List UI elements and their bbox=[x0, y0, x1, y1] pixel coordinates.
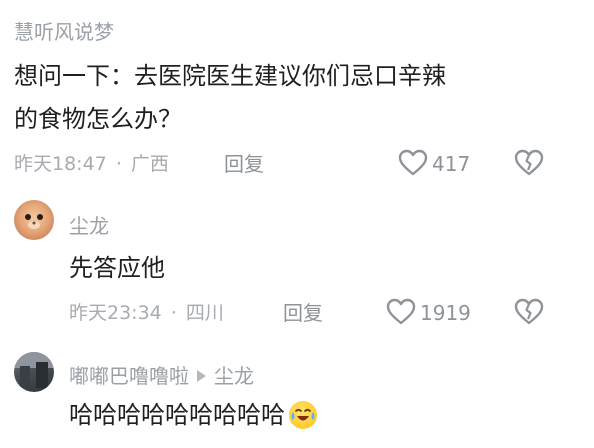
comment-thread: 慧听风说梦 想问一下：去医院医生建议你们忌口辛辣 的食物怎么办？ 昨天18:47… bbox=[0, 0, 594, 448]
broken-heart-icon[interactable] bbox=[514, 298, 544, 326]
like-count: 1919 bbox=[420, 301, 471, 325]
comment-time: 昨天18:47 bbox=[14, 153, 107, 175]
broken-heart-icon[interactable] bbox=[514, 149, 544, 177]
heart-outline-icon[interactable] bbox=[398, 149, 428, 177]
meta-separator: · bbox=[115, 153, 122, 175]
comment-text-line: 想问一下：去医院医生建议你们忌口辛辣 bbox=[14, 62, 446, 90]
comment-text: 先答应他 bbox=[69, 254, 165, 282]
reply-button[interactable]: 回复 bbox=[224, 152, 264, 176]
photo-avatar[interactable] bbox=[14, 352, 54, 392]
comment-username[interactable]: 嘟嘟巴噜噜啦 bbox=[69, 364, 189, 388]
comment-meta: 昨天23:34 · 四川 bbox=[69, 301, 224, 325]
reply-button[interactable]: 回复 bbox=[283, 301, 323, 325]
comment-time: 昨天23:34 bbox=[69, 302, 162, 324]
crying-laughing-emoji bbox=[289, 401, 317, 429]
heart-outline-icon[interactable] bbox=[386, 298, 416, 326]
comment-location: 四川 bbox=[185, 302, 224, 324]
comment-location: 广西 bbox=[130, 153, 169, 175]
comment-username[interactable]: 尘龙 bbox=[69, 214, 109, 238]
like-count: 417 bbox=[432, 152, 471, 176]
reply-to-username[interactable]: 尘龙 bbox=[214, 364, 254, 388]
reply-header: 嘟嘟巴噜噜啦 尘龙 bbox=[69, 364, 254, 388]
comment-text: 哈哈哈哈哈哈哈哈哈 bbox=[69, 401, 285, 429]
comment-meta: 昨天18:47 · 广西 bbox=[14, 152, 169, 176]
comment-username[interactable]: 慧听风说梦 bbox=[14, 20, 114, 44]
play-triangle-icon bbox=[197, 370, 206, 382]
comment-body: 哈哈哈哈哈哈哈哈哈 bbox=[69, 400, 317, 430]
hamster-avatar[interactable] bbox=[14, 200, 54, 240]
comment-text-line: 的食物怎么办？ bbox=[14, 105, 182, 133]
meta-separator: · bbox=[170, 302, 177, 324]
